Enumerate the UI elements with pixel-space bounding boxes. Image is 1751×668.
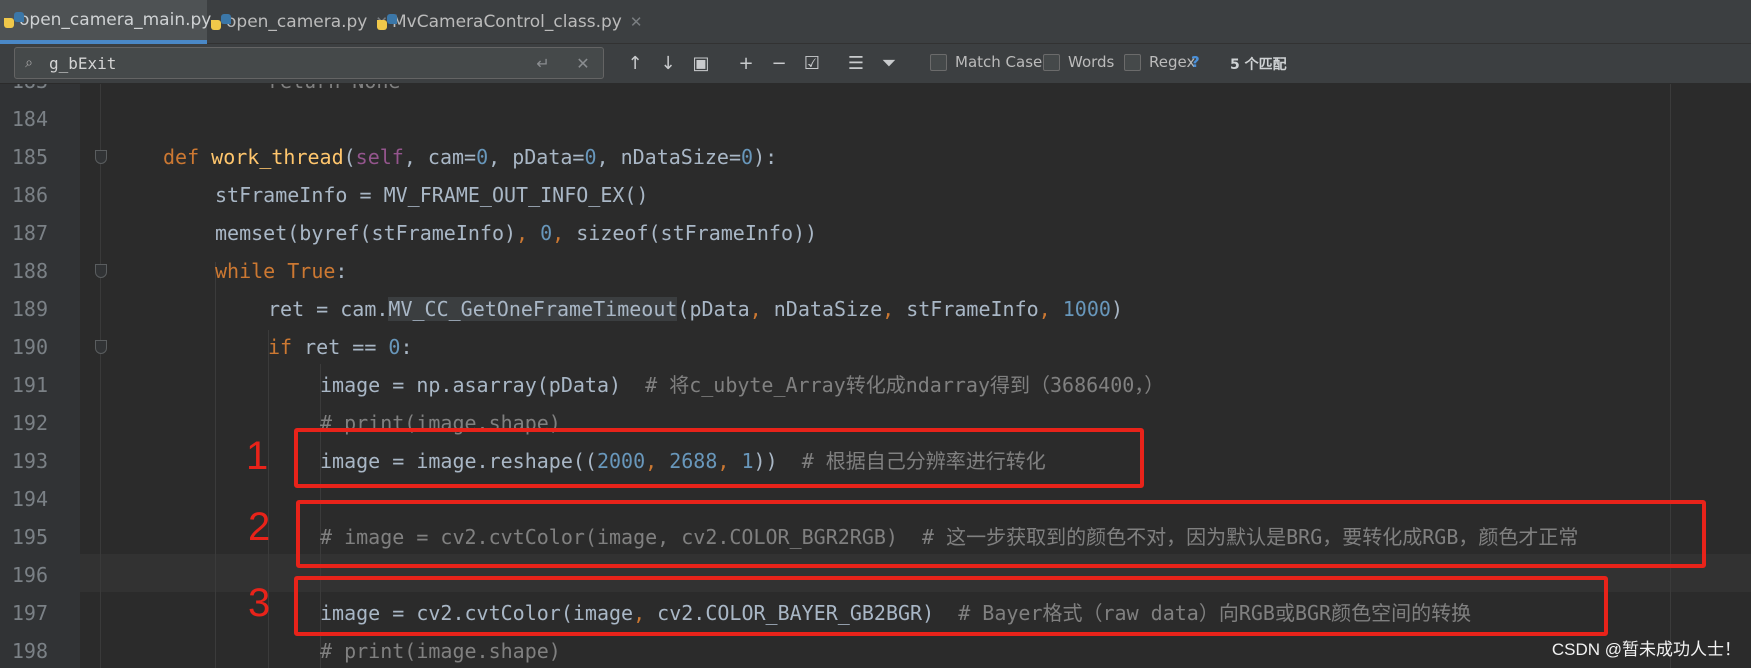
code-editor[interactable]: 183 return None 184 185 def work_thread(… [0, 84, 1751, 668]
words-label: Words [1068, 53, 1115, 71]
code-line[interactable]: def work_thread(self, cam=0, pData=0, nD… [163, 138, 777, 176]
fold-marker[interactable] [95, 340, 107, 354]
line-number: 183 [0, 84, 48, 100]
add-occurrence-icon[interactable]: + [733, 50, 759, 76]
line-number: 184 [11, 107, 48, 131]
line-number: 190 [11, 335, 48, 359]
annotation-number-2: 2 [248, 505, 271, 549]
line-number: 193 [11, 449, 48, 473]
line-number: 191 [11, 373, 48, 397]
search-input[interactable]: ⌕ g_bExit ↵ ✕ [14, 47, 604, 79]
search-icon[interactable]: ⌕ [15, 55, 43, 71]
annotation-box-1 [294, 428, 1144, 488]
previous-occurrence-icon[interactable]: ↑ [622, 50, 648, 76]
clear-search-icon[interactable]: ✕ [563, 54, 603, 73]
editor-tab-bar: open_camera_main.py ✕ open_camera.py ✕ M… [0, 0, 1751, 44]
code-line[interactable]: if ret == 0: [268, 328, 413, 366]
checkbox-box[interactable] [1124, 53, 1141, 71]
watermark: CSDN @暂未成功人士！ [1551, 640, 1741, 659]
regex-help-icon[interactable]: ? [1191, 53, 1200, 71]
code-line[interactable]: return None [268, 84, 400, 100]
fold-guide [100, 84, 101, 668]
words-checkbox[interactable]: Words [1043, 53, 1114, 71]
annotation-number-1: 1 [246, 434, 269, 478]
code-line[interactable]: memset(byref(stFrameInfo), 0, sizeof(stF… [215, 214, 817, 252]
find-toolbar: ⌕ g_bExit ↵ ✕ ↑ ↓ ▣ + − ☑ ☰ ⏷ Match Case… [0, 44, 1751, 84]
filter-settings-icon[interactable]: ☰ [843, 50, 869, 76]
code-line[interactable]: ret = cam.MV_CC_GetOneFrameTimeout(pData… [268, 290, 1123, 328]
line-number: 185 [11, 145, 48, 169]
line-number: 192 [11, 411, 48, 435]
line-number: 194 [11, 487, 48, 511]
filter-icon[interactable]: ⏷ [876, 50, 902, 76]
code-line[interactable]: image = np.asarray(pData) # 将c_ubyte_Arr… [320, 366, 1164, 404]
tab-label: open_camera.py [226, 12, 368, 32]
checkbox-box[interactable] [1043, 53, 1060, 71]
line-number: 189 [11, 297, 48, 321]
tab-open-camera[interactable]: open_camera.py ✕ [207, 0, 388, 44]
line-number: 195 [11, 525, 48, 549]
annotation-box-3 [294, 576, 1608, 636]
annotation-box-2 [296, 500, 1706, 568]
fold-marker[interactable] [95, 264, 107, 278]
line-number: 186 [11, 183, 48, 207]
line-number: 187 [11, 221, 48, 245]
line-number: 188 [11, 259, 48, 283]
unselect-occurrence-icon[interactable]: − [766, 50, 792, 76]
new-line-icon[interactable]: ↵ [523, 54, 563, 73]
code-line[interactable]: stFrameInfo = MV_FRAME_OUT_INFO_EX() [215, 176, 648, 214]
checkbox-box[interactable] [930, 53, 947, 71]
regex-checkbox[interactable]: Regex [1124, 53, 1195, 71]
indent-guide [215, 262, 216, 668]
select-all-matches-icon[interactable]: ☑ [799, 50, 825, 76]
next-occurrence-icon[interactable]: ↓ [655, 50, 681, 76]
annotation-number-3: 3 [248, 581, 271, 625]
code-line[interactable]: # print(image.shape) [320, 632, 561, 668]
select-all-occurrences-icon[interactable]: ▣ [688, 50, 714, 76]
close-icon[interactable]: ✕ [630, 13, 643, 31]
regex-label: Regex [1149, 53, 1196, 71]
fold-marker[interactable] [95, 150, 107, 164]
tab-label: open_camera_main.py [19, 10, 212, 30]
tab-open-camera-main[interactable]: open_camera_main.py ✕ [0, 0, 232, 44]
line-number: 198 [11, 639, 48, 663]
line-number: 197 [11, 601, 48, 625]
right-margin-guide [1670, 84, 1671, 668]
match-case-checkbox[interactable]: Match Case [930, 53, 1042, 71]
line-number: 196 [11, 563, 48, 587]
tab-mvcameracontrol-class[interactable]: MvCameraControl_class.py ✕ [373, 0, 642, 44]
search-query[interactable]: g_bExit [43, 54, 523, 73]
tab-label: MvCameraControl_class.py [392, 12, 622, 32]
match-count: 5 个匹配 [1230, 57, 1287, 73]
match-case-label: Match Case [955, 53, 1043, 71]
code-line[interactable]: while True: [215, 252, 347, 290]
